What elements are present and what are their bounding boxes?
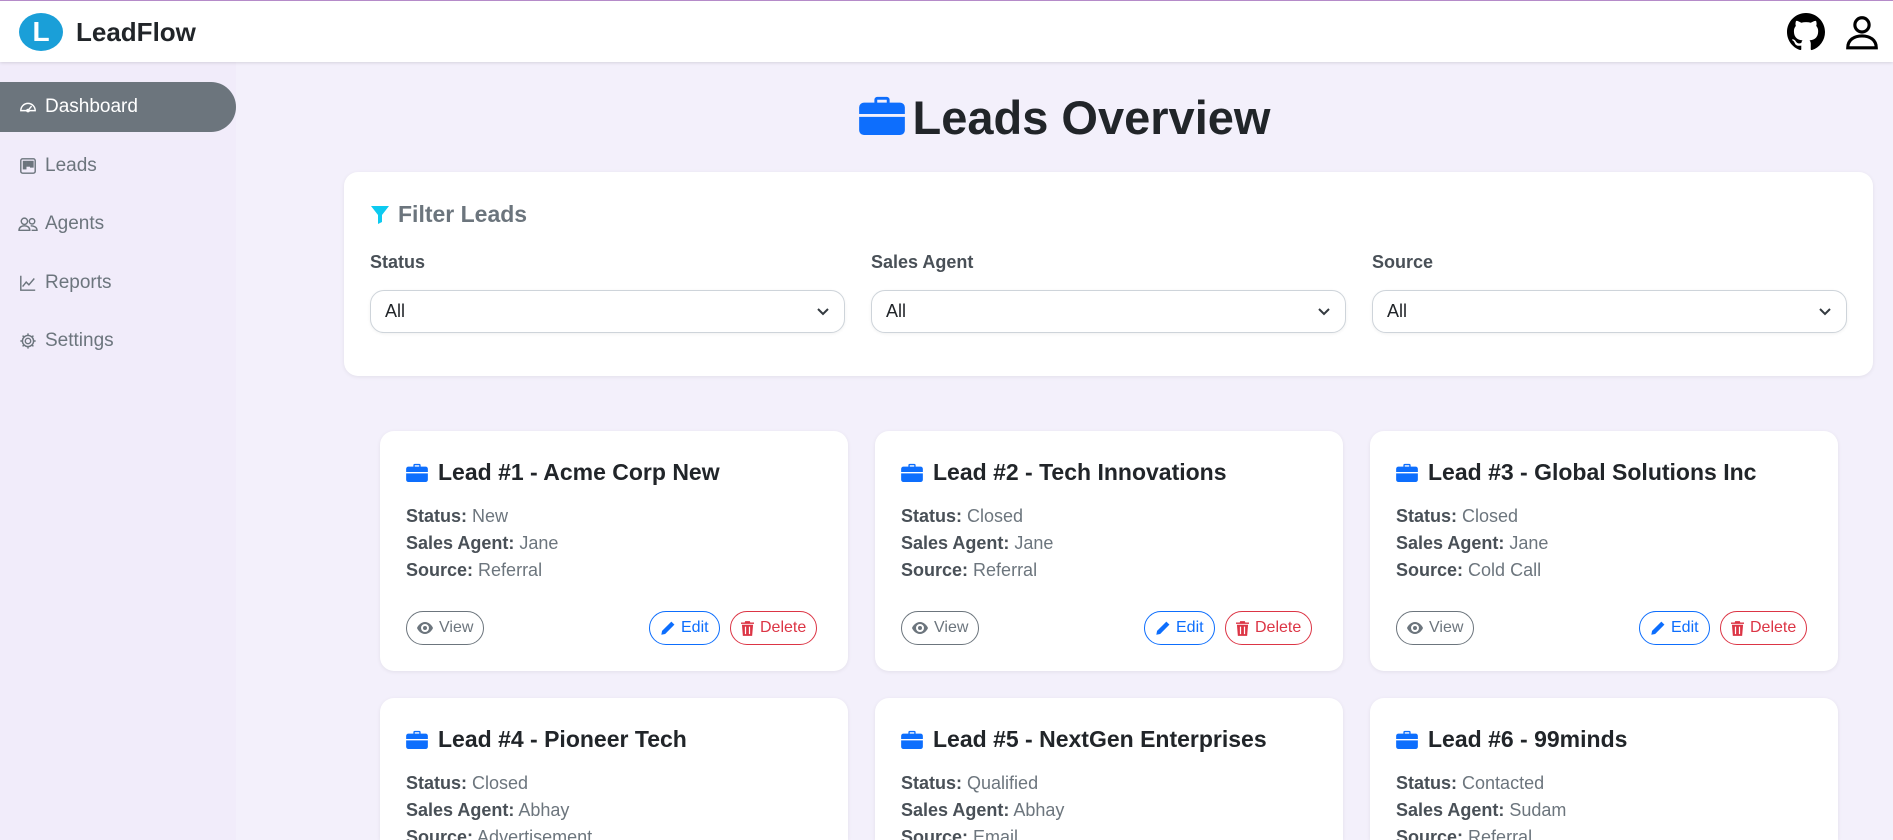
eye-icon <box>1407 622 1423 634</box>
lead-source: Source: Cold Call <box>1396 560 1542 580</box>
briefcase-icon <box>858 95 905 140</box>
chevron-down-icon <box>1818 301 1832 322</box>
lead-agent: Sales Agent: Sudam <box>1396 800 1567 820</box>
funnel-icon <box>370 205 390 225</box>
lead-card: Lead #5 - NextGen Enterprises Status: Qu… <box>875 698 1343 840</box>
chevron-down-icon <box>816 301 830 322</box>
lead-agent: Sales Agent: Abhay <box>406 800 570 820</box>
sidebar-item-label: Leads <box>45 155 97 176</box>
lead-source: Source: Referral <box>1396 827 1533 840</box>
filter-title: Filter Leads <box>370 201 527 228</box>
sidebar: Dashboard Leads Agents Reports Settings <box>0 62 236 840</box>
people-icon <box>18 214 38 234</box>
source-filter-label: Source <box>1372 252 1434 272</box>
logo-icon: L <box>19 13 63 51</box>
status-filter-label: Status <box>370 252 426 272</box>
status-select[interactable]: All <box>370 290 845 333</box>
lead-title: Lead #3 - Global Solutions Inc <box>1396 459 1756 486</box>
graph-icon <box>18 273 38 293</box>
lead-card: Lead #4 - Pioneer Tech Status: Closed Sa… <box>380 698 848 840</box>
lead-source: Source: Email <box>901 827 1019 840</box>
agent-select[interactable]: All <box>871 290 1346 333</box>
chevron-down-icon <box>1317 301 1331 322</box>
briefcase-icon <box>1396 730 1418 749</box>
delete-button[interactable]: Delete <box>1225 611 1313 645</box>
lead-card: Lead #6 - 99minds Status: Contacted Sale… <box>1370 698 1838 840</box>
gear-icon <box>18 331 38 351</box>
sidebar-item-agents[interactable]: Agents <box>0 199 236 249</box>
app-name: LeadFlow <box>76 16 196 47</box>
user-icon[interactable] <box>1843 13 1881 51</box>
edit-button[interactable]: Edit <box>1144 611 1215 645</box>
lead-title: Lead #5 - NextGen Enterprises <box>901 726 1267 753</box>
sidebar-item-label: Agents <box>45 213 105 234</box>
briefcase-icon <box>901 463 923 482</box>
lead-title: Lead #4 - Pioneer Tech <box>406 726 687 753</box>
edit-button[interactable]: Edit <box>1639 611 1710 645</box>
sidebar-item-reports[interactable]: Reports <box>0 258 236 308</box>
kanban-icon <box>18 156 38 176</box>
view-button[interactable]: View <box>1396 611 1475 645</box>
lead-agent: Sales Agent: Abhay <box>901 800 1065 820</box>
agent-filter-label: Sales Agent <box>871 252 974 272</box>
page-title: Leads Overview <box>236 90 1893 145</box>
briefcase-icon <box>1396 463 1418 482</box>
lead-agent: Sales Agent: Jane <box>901 533 1054 553</box>
briefcase-icon <box>901 730 923 749</box>
lead-title: Lead #1 - Acme Corp New <box>406 459 720 486</box>
lead-card: Lead #3 - Global Solutions Inc Status: C… <box>1370 431 1838 671</box>
filter-card: Filter Leads Status All Sales Agent All … <box>344 172 1873 376</box>
lead-status: Status: Closed <box>406 773 529 793</box>
lead-status: Status: Qualified <box>901 773 1039 793</box>
view-button[interactable]: View <box>901 611 980 645</box>
lead-title: Lead #2 - Tech Innovations <box>901 459 1227 486</box>
sidebar-item-label: Reports <box>45 272 112 293</box>
lead-source: Source: Referral <box>901 560 1038 580</box>
pencil-icon <box>660 621 675 636</box>
source-filter: Source All <box>1372 252 1847 333</box>
sidebar-item-label: Settings <box>45 330 114 351</box>
source-select[interactable]: All <box>1372 290 1847 333</box>
lead-status: Status: Closed <box>901 506 1024 526</box>
trash-icon <box>741 620 754 636</box>
agent-filter: Sales Agent All <box>871 252 1346 333</box>
edit-button[interactable]: Edit <box>649 611 720 645</box>
lead-status: Status: New <box>406 506 509 526</box>
eye-icon <box>912 622 928 634</box>
delete-button[interactable]: Delete <box>730 611 818 645</box>
pencil-icon <box>1650 621 1665 636</box>
briefcase-icon <box>406 730 428 749</box>
lead-source: Source: Referral <box>406 560 543 580</box>
speedometer-icon <box>18 97 38 117</box>
github-icon[interactable] <box>1787 13 1825 51</box>
main-content: Leads Overview Filter Leads Status All S… <box>236 62 1893 840</box>
trash-icon <box>1731 620 1744 636</box>
sidebar-item-leads[interactable]: Leads <box>0 141 236 191</box>
lead-agent: Sales Agent: Jane <box>406 533 559 553</box>
trash-icon <box>1236 620 1249 636</box>
sidebar-item-dashboard[interactable]: Dashboard <box>0 82 236 132</box>
pencil-icon <box>1155 621 1170 636</box>
top-navbar: L LeadFlow <box>0 0 1893 62</box>
briefcase-icon <box>406 463 428 482</box>
delete-button[interactable]: Delete <box>1720 611 1808 645</box>
brand[interactable]: L LeadFlow <box>19 13 196 51</box>
lead-card: Lead #1 - Acme Corp New Status: New Sale… <box>380 431 848 671</box>
page-title-text: Leads Overview <box>912 91 1271 144</box>
lead-agent: Sales Agent: Jane <box>1396 533 1549 553</box>
status-filter: Status All <box>370 252 845 333</box>
view-button[interactable]: View <box>406 611 485 645</box>
lead-status: Status: Closed <box>1396 506 1519 526</box>
lead-status: Status: Contacted <box>1396 773 1545 793</box>
sidebar-item-label: Dashboard <box>45 96 138 117</box>
lead-title: Lead #6 - 99minds <box>1396 726 1627 753</box>
sidebar-item-settings[interactable]: Settings <box>0 316 236 366</box>
lead-card: Lead #2 - Tech Innovations Status: Close… <box>875 431 1343 671</box>
lead-source: Source: Advertisement <box>406 827 593 840</box>
eye-icon <box>417 622 433 634</box>
